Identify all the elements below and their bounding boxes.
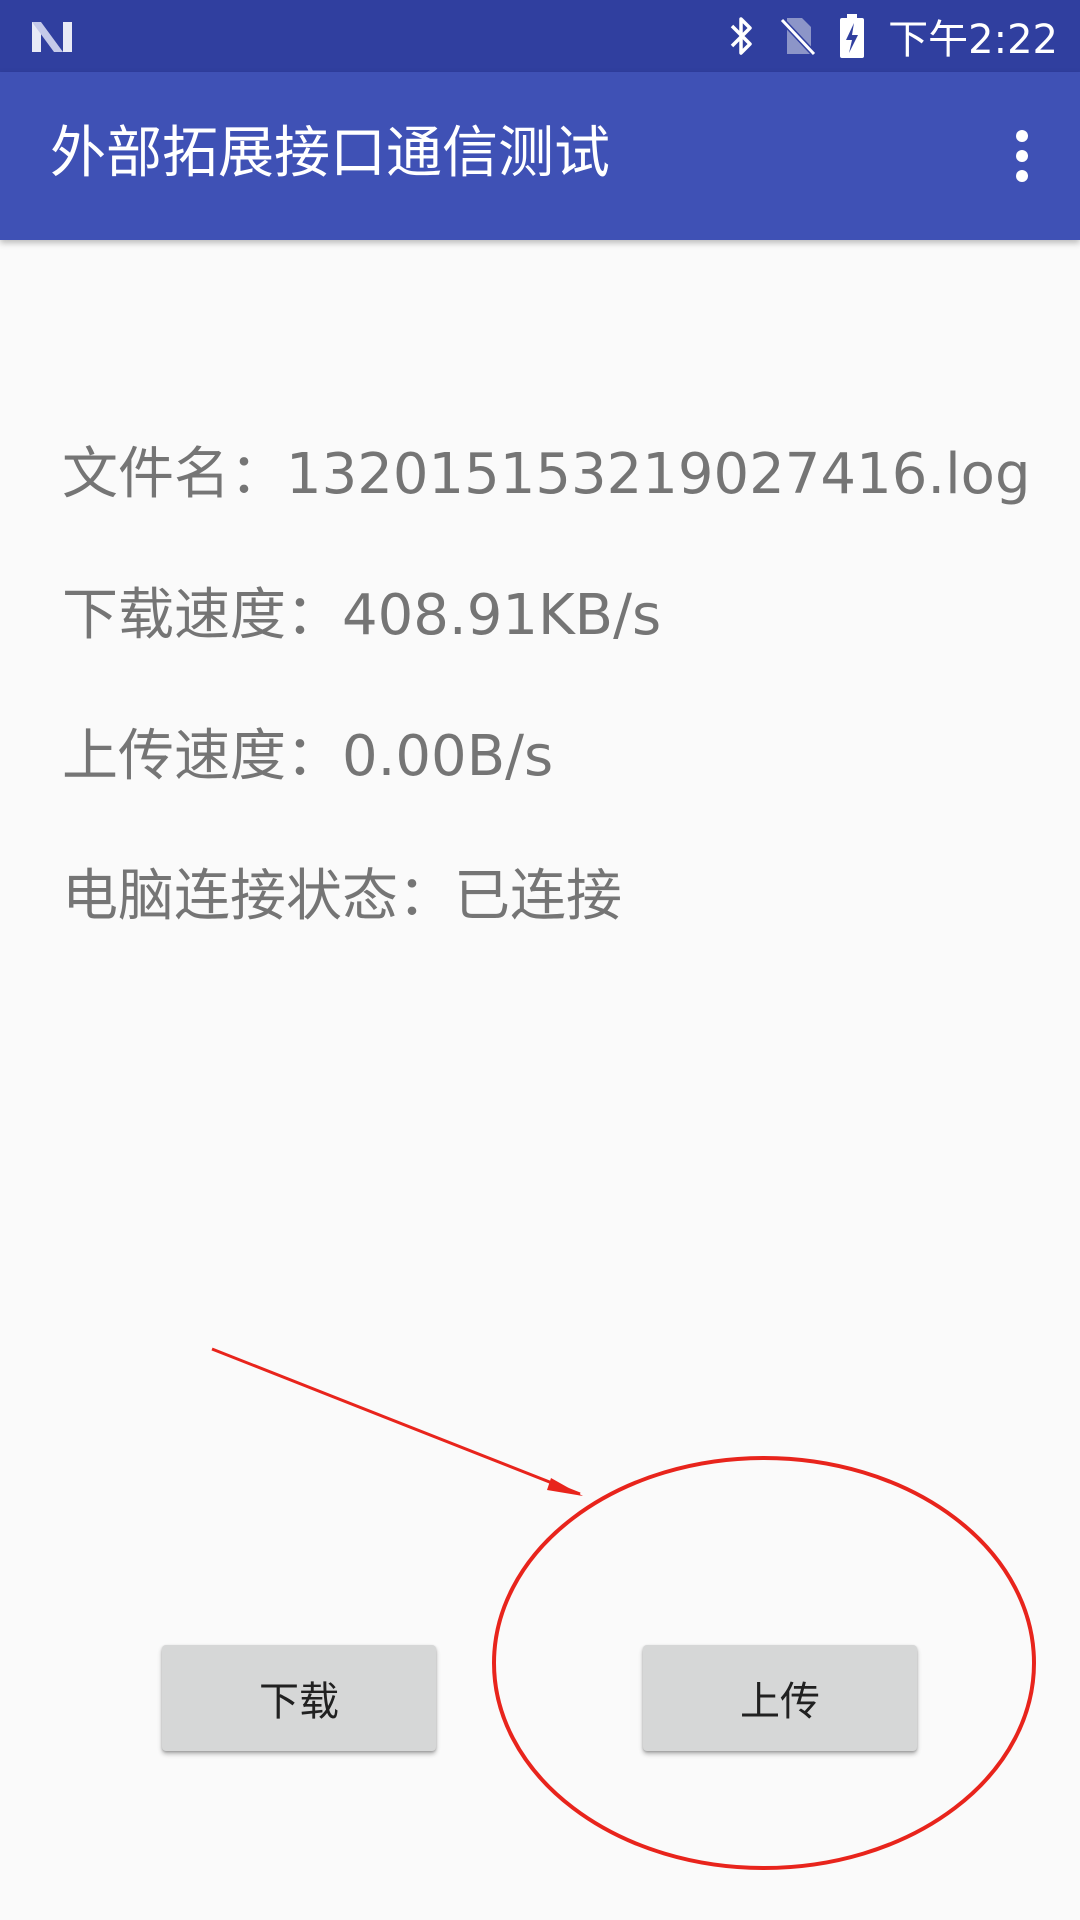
page-title: 外部拓展接口通信测试 — [50, 121, 610, 186]
upload-speed-row: 上传速度：0.00B/s — [62, 722, 553, 792]
pc-connection-label: 电脑连接状态： — [62, 864, 454, 929]
download-button[interactable]: 下载 — [162, 1645, 436, 1751]
no-sim-icon — [779, 17, 817, 57]
download-speed-value: 408.91KB/s — [342, 583, 662, 648]
app-bar: 外部拓展接口通信测试 — [0, 72, 1080, 240]
more-vert-icon — [1016, 130, 1028, 182]
file-name-label: 文件名： — [62, 442, 286, 507]
upload-speed-value: 0.00B/s — [342, 724, 554, 789]
bluetooth-icon — [730, 17, 752, 55]
pc-connection-value: 已连接 — [454, 864, 622, 929]
pc-connection-row: 电脑连接状态：已连接 — [62, 862, 622, 932]
annotation-arrowhead — [547, 1478, 583, 1496]
annotation-overlay — [211, 1347, 1036, 1870]
n-logo-icon — [32, 22, 72, 52]
overflow-menu-button[interactable] — [990, 116, 1054, 196]
status-bar: 下午2:22 — [0, 0, 1080, 72]
file-name-value: 13201515321902741​6.log — [286, 442, 1031, 507]
download-speed-row: 下载速度：408.91KB/s — [62, 581, 661, 651]
status-time: 下午2:22 — [888, 17, 1058, 63]
battery-charging-icon — [840, 14, 865, 58]
status-icons: 下午2:22 — [726, 0, 1058, 72]
annotation-arrow — [211, 1347, 581, 1496]
upload-speed-label: 上传速度： — [62, 724, 342, 789]
download-speed-label: 下载速度： — [62, 583, 342, 648]
file-name-row: 文件名：13201515321902741​6.log — [62, 440, 1031, 510]
upload-button[interactable]: 上传 — [643, 1645, 917, 1751]
